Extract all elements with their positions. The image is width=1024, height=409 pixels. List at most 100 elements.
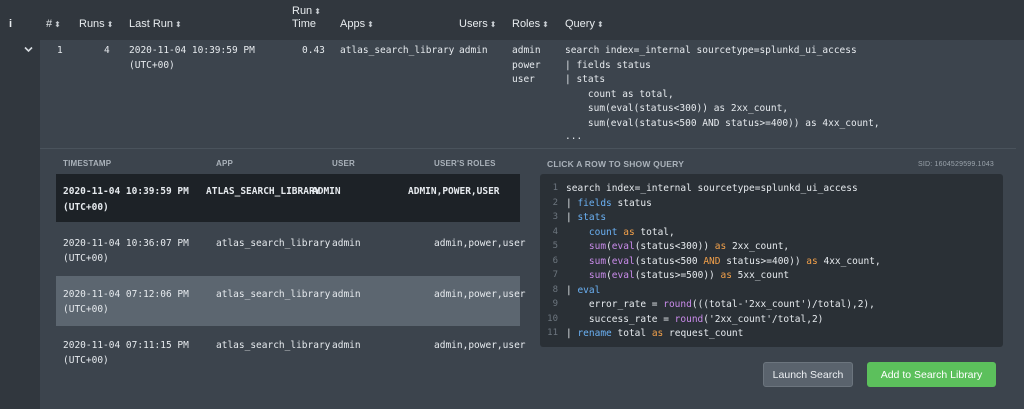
launch-search-button[interactable]: Launch Search	[763, 362, 853, 387]
apps-column-header[interactable]: Apps ⬍	[340, 18, 374, 30]
num-header-label: #	[46, 18, 53, 30]
line-number: 4	[552, 227, 558, 237]
row-runs: 4	[104, 45, 110, 56]
history-timestamp-tz: (UTC+00)	[63, 253, 109, 264]
roles-header-label: Roles	[512, 18, 541, 30]
history-row[interactable]: 2020-11-04 10:36:07 PM (UTC+00) atlas_se…	[56, 226, 526, 274]
code-line: success_rate = round('2xx_count'/total,2…	[566, 314, 824, 325]
row-query-line: | stats	[565, 74, 606, 85]
sort-icon: ⬍	[106, 20, 114, 29]
row-query-line: sum(eval(status<300)) as 2xx_count,	[565, 103, 789, 114]
query-column-header[interactable]: Query ⬍	[565, 18, 604, 30]
code-line: sum(eval(status<500 AND status>=400)) as…	[588, 256, 881, 267]
info-header: i	[9, 18, 13, 30]
add-to-search-library-button[interactable]: Add to Search Library	[867, 362, 996, 387]
history-timestamp-tz: (UTC+00)	[63, 202, 109, 213]
history-row[interactable]: 2020-11-04 07:11:15 PM (UTC+00) atlas_se…	[56, 326, 526, 374]
line-number: 9	[552, 299, 558, 309]
history-col-roles: USER'S ROLES	[434, 159, 496, 168]
row-app: atlas_search_library	[340, 45, 455, 56]
row-query-line: sum(eval(status<500 AND status>=400)) as…	[565, 118, 880, 129]
users-column-header[interactable]: Users ⬍	[459, 18, 496, 30]
history-row-hover[interactable]: 2020-11-04 07:12:06 PM (UTC+00) atlas_se…	[56, 276, 526, 326]
code-line: | stats	[566, 212, 607, 223]
code-line: count as total,	[588, 227, 675, 238]
history-timestamp: 2020-11-04 07:12:06 PM	[63, 289, 189, 300]
sort-icon: ⬍	[54, 20, 61, 29]
line-number: 6	[552, 256, 558, 266]
num-column-header[interactable]: # ⬍	[46, 18, 61, 30]
code-line: sum(eval(status<300)) as 2xx_count,	[588, 241, 790, 252]
history-row-selected[interactable]: 2020-11-04 10:39:59 PM (UTC+00) ATLAS_SE…	[56, 174, 520, 222]
code-line: | fields status	[566, 198, 652, 209]
history-timestamp-tz: (UTC+00)	[63, 355, 109, 366]
sort-icon: ⬍	[596, 20, 604, 29]
history-roles: admin,power,user	[434, 238, 526, 249]
line-number: 2	[552, 198, 558, 208]
history-timestamp: 2020-11-04 10:39:59 PM	[63, 186, 189, 197]
history-timestamp: 2020-11-04 10:36:07 PM	[63, 238, 189, 249]
last-run-header-label: Last Run	[129, 18, 174, 30]
line-number: 3	[552, 212, 558, 222]
row-query-line: search index=_internal sourcetype=splunk…	[565, 45, 857, 56]
history-roles: admin,power,user	[434, 340, 526, 351]
table-header: i # ⬍ Runs ⬍ Last Run ⬍ Run ⬍ Time Apps ⬍ Use…	[0, 0, 1024, 40]
chevron-down-icon[interactable]	[24, 46, 33, 53]
history-col-timestamp: TIMESTAMP	[63, 159, 112, 168]
sid-label: SID: 1604529599.1043	[918, 161, 995, 168]
run-time-header-label-2: Time	[292, 18, 317, 30]
code-line: sum(eval(status>=500)) as 5xx_count	[588, 270, 790, 281]
row-query-line: count as total,	[565, 89, 674, 100]
run-time-column-header[interactable]: Run ⬍	[292, 5, 321, 17]
history-user: admin	[332, 340, 361, 351]
line-number: 5	[552, 241, 558, 251]
row-role: user	[512, 74, 535, 85]
row-last-run: 2020-11-04 10:39:59 PM	[129, 45, 255, 56]
roles-column-header[interactable]: Roles ⬍	[512, 18, 549, 30]
history-user: admin	[332, 289, 361, 300]
apps-header-label: Apps	[340, 18, 366, 30]
row-last-run-tz: (UTC+00)	[129, 60, 175, 71]
history-user: admin	[332, 238, 361, 249]
history-col-app: APP	[216, 159, 234, 168]
row-query-line: | fields status	[565, 60, 651, 71]
sort-icon: ⬍	[367, 20, 374, 29]
row-run-time: 0.43	[302, 45, 325, 56]
history-timestamp-tz: (UTC+00)	[63, 304, 109, 315]
history-col-user: USER	[332, 159, 356, 168]
history-app: atlas_search_library	[216, 340, 331, 351]
runs-column-header[interactable]: Runs ⬍	[79, 18, 113, 30]
code-line: error_rate = round(((total-'2xx_count')/…	[566, 299, 875, 310]
history-app: ATLAS_SEARCH_LIBRARY	[206, 186, 321, 197]
code-line: | eval	[566, 285, 601, 296]
sort-icon: ⬍	[489, 20, 497, 29]
code-line: | rename total as request_count	[566, 328, 744, 339]
history-timestamp: 2020-11-04 07:11:15 PM	[63, 340, 189, 351]
sort-icon: ⬍	[175, 20, 182, 29]
sort-icon: ⬍	[542, 20, 549, 29]
users-header-label: Users	[459, 18, 488, 30]
line-number: 1	[552, 183, 558, 193]
row-role: admin	[512, 45, 541, 56]
line-number: 8	[552, 285, 558, 295]
query-header-label: Query	[565, 18, 595, 30]
history-roles: admin,power,user	[434, 289, 526, 300]
code-line: search index=_internal sourcetype=splunk…	[566, 183, 858, 194]
row-role: power	[512, 60, 541, 71]
runs-header-label: Runs	[79, 18, 105, 30]
row-query-line: ...	[565, 131, 583, 142]
line-number: 10	[547, 314, 558, 324]
line-number: 7	[552, 270, 558, 280]
row-user: admin	[459, 45, 488, 56]
query-panel-title: CLICK A ROW TO SHOW QUERY	[547, 159, 685, 169]
history-roles: ADMIN,POWER,USER	[408, 186, 500, 197]
history-app: atlas_search_library	[216, 238, 331, 249]
last-run-column-header[interactable]: Last Run ⬍	[129, 18, 182, 30]
run-time-header-label-1: Run	[292, 5, 313, 17]
row-number: 1	[57, 45, 63, 56]
history-app: atlas_search_library	[216, 289, 331, 300]
line-number: 11	[547, 328, 558, 338]
history-user: ADMIN	[312, 186, 341, 197]
expand-column	[0, 40, 40, 409]
sort-icon: ⬍	[314, 7, 321, 16]
